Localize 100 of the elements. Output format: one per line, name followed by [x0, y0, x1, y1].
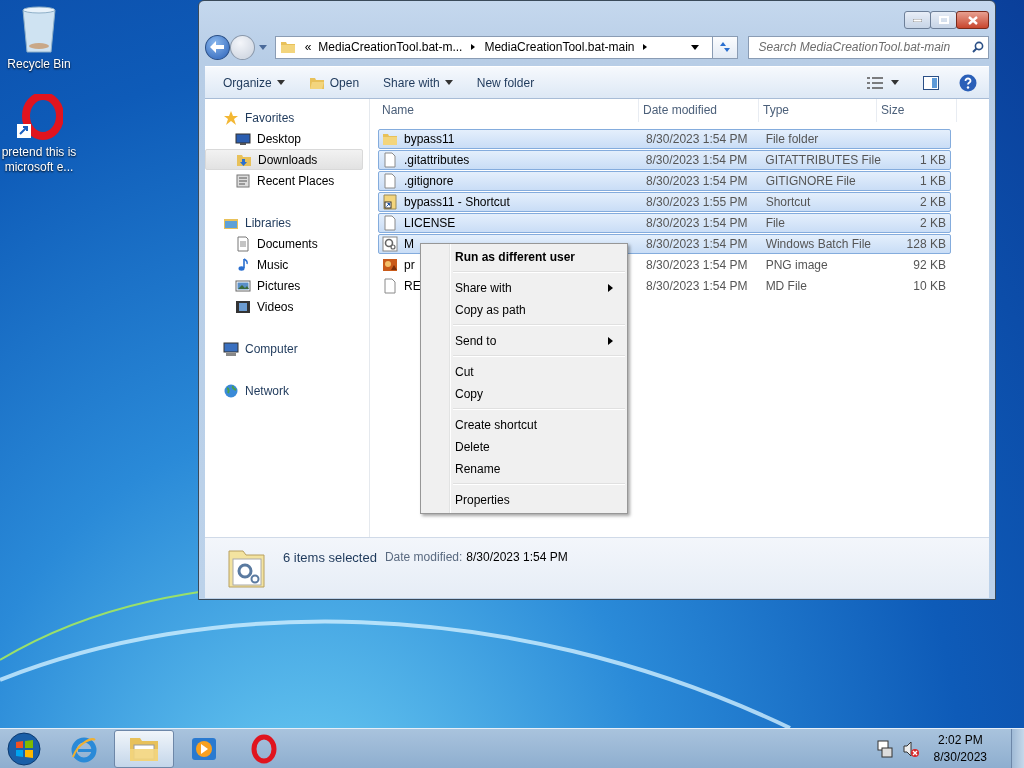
- opera-icon: [250, 733, 278, 764]
- film-icon: [235, 298, 251, 315]
- maximize-icon: [938, 16, 949, 24]
- menu-item[interactable]: Properties: [423, 489, 625, 511]
- picture-icon: [235, 277, 251, 294]
- globe-icon: [223, 382, 239, 399]
- file-date: 8/30/2023 1:54 PM: [645, 279, 749, 293]
- start-button[interactable]: [4, 729, 44, 768]
- breadcrumb[interactable]: MediaCreationTool.bat-m...: [318, 40, 463, 54]
- search-box[interactable]: Search MediaCreationTool.bat-main: [748, 35, 989, 59]
- selection-summary: 6 items selected: [283, 549, 377, 565]
- nav-item[interactable]: Music: [205, 254, 369, 275]
- desktop-icon-label: Recycle Bin: [7, 57, 71, 72]
- column-header[interactable]: Date modified: [639, 99, 759, 122]
- close-button[interactable]: [956, 11, 989, 29]
- show-desktop-button[interactable]: [1011, 729, 1024, 768]
- file-size: 10 KB: [912, 279, 947, 293]
- file-date: 8/30/2023 1:55 PM: [645, 195, 749, 209]
- document-icon: [382, 173, 398, 189]
- file-row[interactable]: LICENSE 8/30/2023 1:54 PM File 2 KB: [378, 213, 951, 233]
- image-icon: [382, 257, 398, 273]
- menu-item[interactable]: Delete: [423, 436, 625, 458]
- menu-item[interactable]: Copy as path: [423, 299, 625, 321]
- file-date: 8/30/2023 1:54 PM: [645, 174, 749, 188]
- folder-icon: [279, 39, 296, 55]
- file-name: pr: [404, 258, 415, 272]
- toolbar-button[interactable]: Organize: [215, 72, 293, 93]
- nav-item[interactable]: Network: [205, 380, 369, 401]
- file-size: 128 KB: [905, 237, 947, 251]
- menu-item[interactable]: Rename: [423, 458, 625, 480]
- clock[interactable]: 2:02 PM 8/30/2023: [933, 731, 987, 766]
- opera-shortcut-icon[interactable]: [15, 94, 63, 142]
- search-field[interactable]: Search MediaCreationTool.bat-main: [756, 39, 972, 55]
- menu-item[interactable]: Send to: [423, 330, 625, 352]
- file-date: 8/30/2023 1:54 PM: [644, 153, 749, 167]
- file-row[interactable]: .gitattributes 8/30/2023 1:54 PM GITATTRIBUTES File 1 KB: [378, 150, 951, 170]
- nav-item[interactable]: Recent Places: [205, 170, 369, 191]
- details-label: Date modified:: [384, 550, 463, 564]
- file-type: File folder: [764, 132, 820, 146]
- nav-item[interactable]: Documents: [205, 233, 369, 254]
- column-header[interactable]: Type: [759, 99, 877, 122]
- shortcut-icon: [382, 194, 398, 210]
- nav-item[interactable]: Libraries: [205, 212, 369, 233]
- column-header[interactable]: Size: [877, 99, 957, 122]
- star-icon: [223, 109, 239, 126]
- breadcrumb[interactable]: MediaCreationTool.bat-main: [484, 40, 635, 54]
- gear-icon: [382, 236, 398, 252]
- file-size: 92 KB: [912, 258, 947, 272]
- view-icon[interactable]: [867, 76, 883, 89]
- file-type: MD File: [764, 279, 808, 293]
- details-value: 8/30/2023 1:54 PM: [466, 550, 568, 564]
- back-button[interactable]: [205, 34, 230, 60]
- file-name: .gitignore: [404, 174, 454, 188]
- help-icon[interactable]: [959, 73, 977, 92]
- file-type: File: [764, 216, 786, 230]
- file-date: 8/30/2023 1:54 PM: [645, 132, 749, 146]
- monitor-icon: [235, 130, 251, 147]
- breadcrumb[interactable]: «: [304, 40, 312, 54]
- nav-item[interactable]: Downloads: [205, 149, 363, 170]
- nav-item[interactable]: Computer: [205, 338, 369, 359]
- refresh-icon: [718, 40, 733, 54]
- refresh-button[interactable]: [712, 35, 739, 59]
- submenu-arrow-icon: [608, 337, 613, 345]
- file-date: 8/30/2023 1:54 PM: [645, 237, 749, 251]
- document-icon: [382, 152, 398, 168]
- nav-item[interactable]: Desktop: [205, 128, 369, 149]
- caret-icon: [444, 80, 453, 85]
- file-date: 8/30/2023 1:54 PM: [645, 216, 749, 230]
- file-row[interactable]: .gitignore 8/30/2023 1:54 PM GITIGNORE File 1 KB: [378, 171, 951, 191]
- caret-icon[interactable]: [690, 44, 699, 50]
- network-icon[interactable]: [875, 739, 894, 758]
- file-name: RE: [404, 279, 421, 293]
- search-icon[interactable]: [972, 41, 984, 53]
- menu-item[interactable]: Create shortcut: [423, 414, 625, 436]
- volume-muted-icon[interactable]: [901, 739, 920, 758]
- column-header[interactable]: Name: [378, 99, 639, 122]
- folder-icon: [382, 131, 398, 147]
- address-bar[interactable]: « MediaCreationTool.bat-m... MediaCreationTool.bat-main: [274, 35, 713, 59]
- file-row[interactable]: bypass11 8/30/2023 1:54 PM File folder: [378, 129, 951, 149]
- desktop-icon-label: pretend this is microsoft e...: [0, 145, 78, 175]
- file-date: 8/30/2023 1:54 PM: [645, 258, 749, 272]
- caret-icon[interactable]: [891, 80, 899, 85]
- nav-item[interactable]: Pictures: [205, 275, 369, 296]
- toolbar-button[interactable]: Share with: [375, 72, 461, 93]
- file-type: Shortcut: [764, 195, 812, 209]
- toolbar-button[interactable]: New folder: [468, 72, 543, 93]
- menu-item[interactable]: Copy: [423, 383, 625, 405]
- nav-item[interactable]: Videos: [205, 296, 369, 317]
- file-row[interactable]: bypass11 - Shortcut 8/30/2023 1:55 PM Shortcut 2 KB: [378, 192, 951, 212]
- menu-item[interactable]: Share with: [423, 277, 625, 299]
- file-type: PNG image: [764, 258, 829, 272]
- recycle-bin-icon[interactable]: [19, 6, 59, 54]
- toolbar-button[interactable]: Open: [300, 71, 368, 94]
- taskbar-button[interactable]: [114, 729, 174, 768]
- file-type: Windows Batch File: [764, 237, 872, 251]
- maximize-button[interactable]: [930, 11, 957, 29]
- computer-icon: [223, 340, 239, 357]
- nav-item[interactable]: Favorites: [205, 107, 369, 128]
- menu-item[interactable]: Cut: [423, 361, 625, 383]
- preview-pane-icon[interactable]: [923, 75, 939, 90]
